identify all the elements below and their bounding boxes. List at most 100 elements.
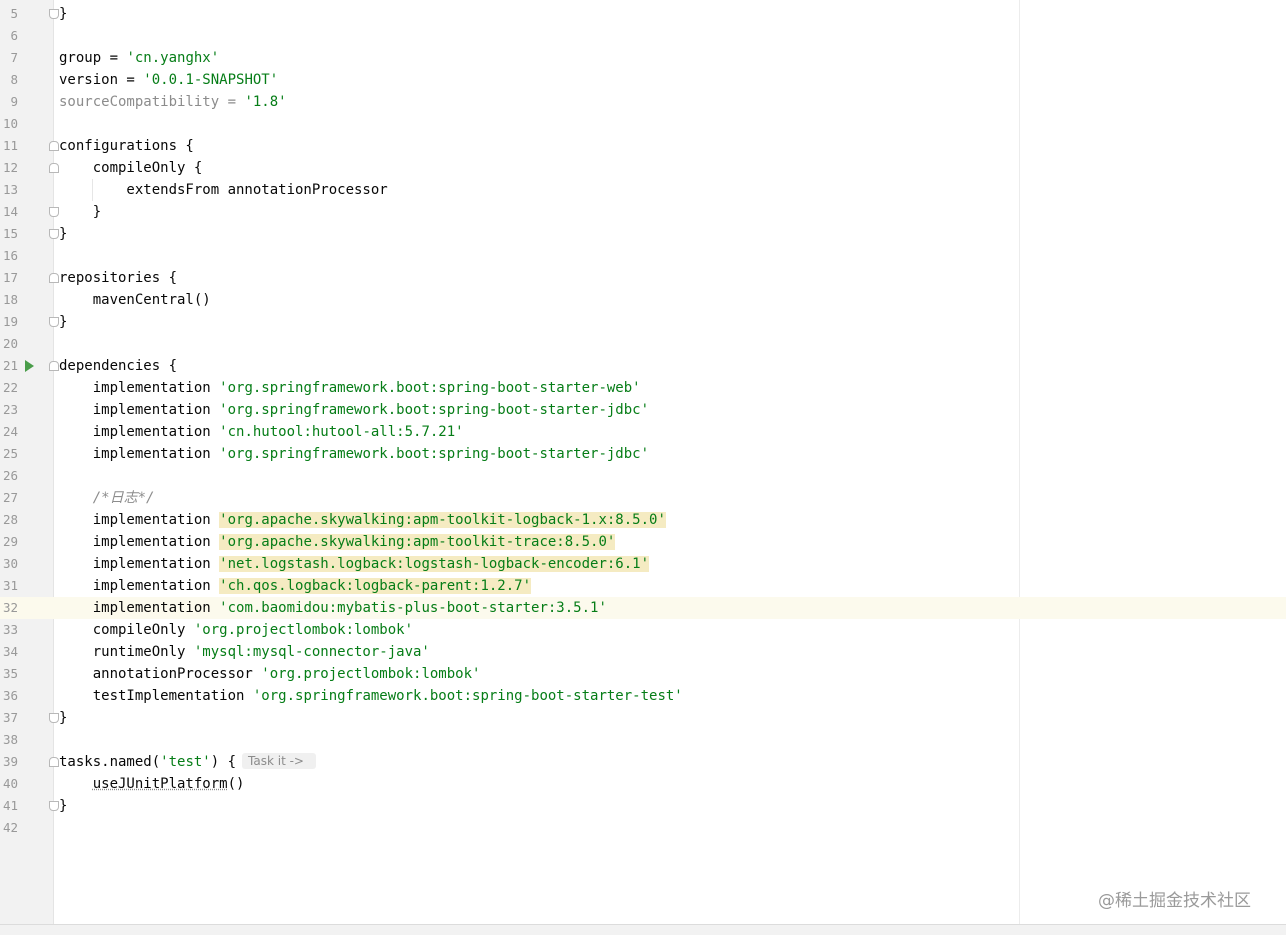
code-line: 17 repositories { (0, 267, 1286, 289)
code-line: 30 implementation 'net.logstash.logback:… (0, 553, 1286, 575)
line-number: 17 (2, 270, 18, 285)
line-number: 14 (2, 204, 18, 219)
line-number: 33 (2, 622, 18, 637)
line-number: 25 (2, 446, 18, 461)
string-literal: 'cn.hutool:hutool-all:5.7.21' (219, 424, 464, 440)
code-line: 22 implementation 'org.springframework.b… (0, 377, 1286, 399)
code-line: 15 } (0, 223, 1286, 245)
code-plain: implementation (59, 600, 220, 616)
line-number: 26 (2, 468, 18, 483)
fold-end-icon[interactable] (49, 317, 59, 327)
code-line: 7 group = 'cn.yanghx' (0, 47, 1286, 69)
fold-start-icon[interactable] (49, 141, 59, 151)
code-plain: version = (59, 72, 144, 88)
line-number: 40 (2, 776, 18, 791)
code-plain: implementation (59, 446, 220, 462)
string-literal: 'mysql:mysql-connector-java' (193, 644, 430, 660)
line-number: 12 (2, 160, 18, 175)
code-line: 8 version = '0.0.1-SNAPSHOT' (0, 69, 1286, 91)
code-text: tasks.named('test') {Task it -> (59, 751, 316, 773)
code-text: } (59, 710, 68, 726)
code-text: dependencies { (59, 358, 178, 374)
code-plain: implementation (59, 578, 220, 594)
code-text: implementation 'net.logstash.logback:log… (59, 553, 650, 575)
code-line: 14 } (0, 201, 1286, 223)
code-line: 10 (0, 113, 1286, 135)
code-plain (59, 490, 93, 506)
fold-start-icon[interactable] (49, 273, 59, 283)
string-literal: 'org.springframework.boot:spring-boot-st… (219, 380, 641, 396)
unused-property: sourceCompatibility = (59, 94, 245, 110)
string-literal: 'test' (160, 754, 211, 770)
string-literal: 'org.projectlombok:lombok' (193, 622, 414, 638)
string-literal: '1.8' (244, 94, 287, 110)
code-line: 6 (0, 25, 1286, 47)
code-text: group = 'cn.yanghx' (59, 47, 219, 69)
code-plain: () (227, 776, 245, 792)
line-number: 5 (10, 6, 18, 21)
code-plain: runtimeOnly (59, 644, 194, 660)
line-number: 27 (2, 490, 18, 505)
fold-end-icon[interactable] (49, 207, 59, 217)
line-number: 32 (0, 597, 18, 619)
code-line: 25 implementation 'org.springframework.b… (0, 443, 1286, 465)
line-number: 18 (2, 292, 18, 307)
code-line: 33 compileOnly 'org.projectlombok:lombok… (0, 619, 1286, 641)
code-text: implementation 'com.baomidou:mybatis-plu… (59, 597, 607, 619)
code-text: implementation 'org.springframework.boot… (59, 443, 649, 465)
code-text: mavenCentral() (59, 292, 211, 308)
status-bar (0, 924, 1286, 935)
code-line: 40 useJUnitPlatform() (0, 773, 1286, 795)
code-line: 16 (0, 245, 1286, 267)
string-literal: 'com.baomidou:mybatis-plus-boot-starter:… (219, 600, 607, 616)
current-line: 32 implementation 'com.baomidou:mybatis-… (0, 597, 1286, 619)
highlighted-string-literal: 'org.apache.skywalking:apm-toolkit-logba… (219, 512, 666, 528)
code-text: configurations { (59, 138, 194, 154)
fold-end-icon[interactable] (49, 801, 59, 811)
line-number: 42 (2, 820, 18, 835)
warning-method-call[interactable]: useJUnitPlatform (93, 776, 228, 792)
code-editor[interactable]: 5 } 6 7 group = 'cn.yanghx' 8 version = … (0, 3, 1286, 839)
code-line: 20 (0, 333, 1286, 355)
code-line: 23 implementation 'org.springframework.b… (0, 399, 1286, 421)
code-text: version = '0.0.1-SNAPSHOT' (59, 69, 278, 91)
code-plain: implementation (59, 402, 220, 418)
inlay-hint[interactable]: Task it -> (242, 753, 316, 769)
code-plain: ) { (210, 754, 237, 770)
run-icon[interactable] (25, 360, 34, 372)
fold-end-icon[interactable] (49, 713, 59, 723)
code-text: testImplementation 'org.springframework.… (59, 685, 683, 707)
fold-start-icon[interactable] (49, 361, 59, 371)
code-line: 36 testImplementation 'org.springframewo… (0, 685, 1286, 707)
code-text: } (59, 798, 68, 814)
code-text: } (59, 314, 68, 330)
highlighted-string-literal: 'org.apache.skywalking:apm-toolkit-trace… (219, 534, 616, 550)
code-text: implementation 'cn.hutool:hutool-all:5.7… (59, 421, 464, 443)
code-line: 11 configurations { (0, 135, 1286, 157)
code-text: } (59, 204, 102, 220)
string-literal: 'org.projectlombok:lombok' (261, 666, 481, 682)
fold-end-icon[interactable] (49, 9, 59, 19)
string-literal: '0.0.1-SNAPSHOT' (143, 72, 279, 88)
line-number: 38 (2, 732, 18, 747)
code-text: repositories { (59, 270, 178, 286)
fold-start-icon[interactable] (49, 163, 59, 173)
line-number: 19 (2, 314, 18, 329)
code-text: useJUnitPlatform() (59, 773, 245, 795)
string-literal: 'org.springframework.boot:spring-boot-st… (252, 688, 683, 704)
line-number: 11 (2, 138, 18, 153)
code-text: compileOnly { (59, 160, 203, 176)
code-text: implementation 'ch.qos.logback:logback-p… (59, 575, 532, 597)
fold-start-icon[interactable] (49, 757, 59, 767)
code-plain: annotationProcessor (59, 666, 262, 682)
line-number: 21 (2, 358, 18, 373)
code-plain: implementation (59, 534, 220, 550)
code-text: implementation 'org.springframework.boot… (59, 399, 649, 421)
code-text: } (59, 6, 68, 22)
line-number: 16 (2, 248, 18, 263)
code-line: 35 annotationProcessor 'org.projectlombo… (0, 663, 1286, 685)
code-line: 12 compileOnly { (0, 157, 1286, 179)
code-line: 31 implementation 'ch.qos.logback:logbac… (0, 575, 1286, 597)
fold-end-icon[interactable] (49, 229, 59, 239)
code-text: implementation 'org.apache.skywalking:ap… (59, 509, 666, 531)
